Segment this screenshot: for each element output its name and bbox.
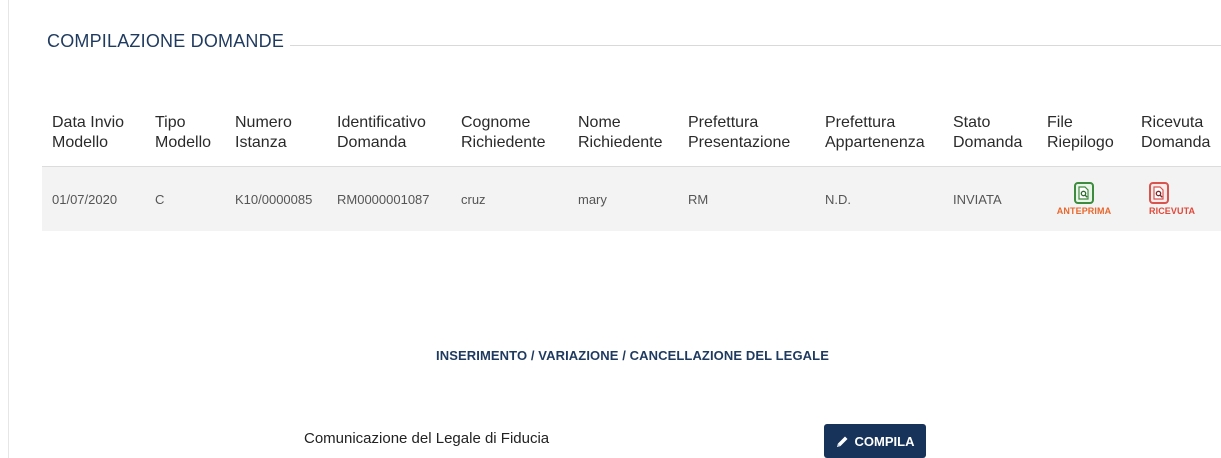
legale-heading: INSERIMENTO / VARIAZIONE / CANCELLAZIONE…	[436, 348, 829, 363]
cell-ricevuta: RICEVUTA	[1131, 182, 1221, 216]
col-header-cognome: Cognome Richiedente	[461, 114, 546, 151]
cell-cognome: cruz	[461, 191, 486, 207]
compila-button[interactable]: COMPILA	[824, 424, 926, 458]
cell-data-invio: 01/07/2020	[52, 191, 118, 207]
col-header-numero-istanza: Numero Istanza	[235, 114, 292, 151]
section-header: COMPILAZIONE DOMANDE	[47, 31, 1221, 52]
cell-pref-presentazione: RM	[688, 191, 709, 207]
compila-label: COMPILA	[854, 433, 915, 449]
pencil-icon	[836, 436, 848, 447]
anteprima-link[interactable]: ANTEPRIMA	[1057, 206, 1111, 216]
table-header: Data Invio Modello Tipo Modello Numero Ista…	[42, 110, 1221, 166]
document-search-icon[interactable]	[1149, 182, 1169, 204]
col-header-stato: Stato Domanda	[953, 114, 1023, 151]
cell-nome: mary	[578, 191, 607, 207]
section-divider	[290, 45, 1221, 46]
cell-pref-appartenenza: N.D.	[825, 191, 851, 207]
cell-tipo: C	[155, 191, 165, 207]
legale-label: Comunicazione del Legale di Fiducia	[304, 430, 550, 447]
cell-file-riepilogo: ANTEPRIMA	[1037, 182, 1131, 216]
section-title: COMPILAZIONE DOMANDE	[47, 31, 285, 51]
col-header-pref-appartenenza: Prefettura Appartenenza	[825, 114, 925, 151]
col-header-identificativo: Identificativo Domanda	[337, 114, 426, 151]
ricevuta-link[interactable]: RICEVUTA	[1149, 206, 1195, 216]
col-header-data-invio: Data Invio Modello	[52, 114, 125, 151]
col-header-ricevuta: Ricevuta Domanda	[1141, 114, 1211, 151]
document-search-icon[interactable]	[1074, 182, 1094, 204]
left-border	[8, 0, 9, 458]
col-header-file: File Riepilogo	[1047, 114, 1114, 151]
table-row: 01/07/2020 C K10/0000085 RM0000001087 cr…	[42, 167, 1221, 231]
domande-table: Data Invio Modello Tipo Modello Numero Ista…	[42, 110, 1221, 231]
col-header-pref-presentazione: Prefettura Presentazione	[688, 114, 791, 151]
cell-stato: INVIATA	[953, 191, 1002, 207]
col-header-nome: Nome Richiedente	[578, 114, 663, 151]
col-header-tipo-modello: Tipo Modello	[155, 114, 212, 151]
cell-identificativo: RM0000001087	[337, 191, 430, 207]
cell-numero: K10/0000085	[235, 191, 313, 207]
